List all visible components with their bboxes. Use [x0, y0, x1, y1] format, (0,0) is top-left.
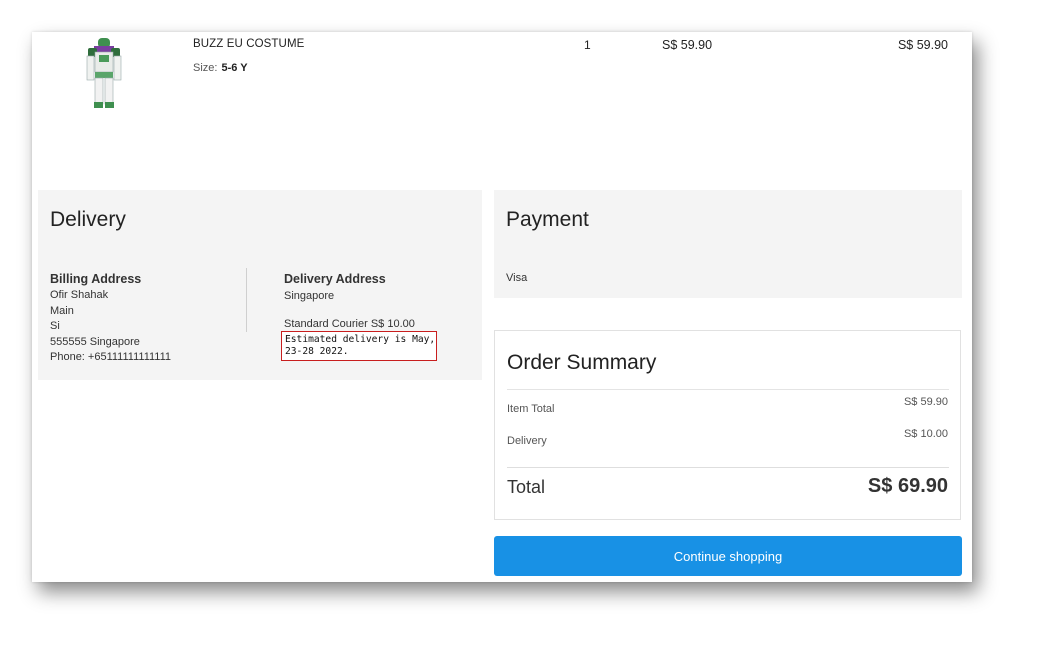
delivery-cost-value: S$ 10.00	[903, 428, 948, 440]
payment-panel: Payment Visa	[494, 190, 962, 298]
delivery-address-title: Delivery Address	[284, 272, 386, 286]
product-name[interactable]: BUZZ EU COSTUME	[193, 38, 304, 50]
payment-method: Visa	[506, 272, 528, 284]
billing-street: Main	[50, 304, 74, 317]
summary-divider	[507, 389, 949, 390]
billing-address-title: Billing Address	[50, 272, 142, 286]
costume-image-icon	[86, 38, 122, 108]
item-total-value: S$ 59.90	[903, 396, 948, 408]
order-confirmation-page: BUZZ EU COSTUME Size: 5-6 Y 1 S$ 59.90 S$…	[32, 32, 972, 582]
order-summary-title: Order Summary	[507, 351, 657, 374]
payment-title: Payment	[506, 208, 589, 231]
shipping-method: Standard Courier S$ 10.00	[284, 318, 415, 330]
product-size: Size: 5-6 Y	[193, 62, 248, 74]
product-line-total: S$ 59.90	[897, 38, 948, 52]
delivery-cost-label: Delivery	[507, 435, 547, 447]
billing-postal: 555555 Singapore	[50, 335, 140, 348]
size-value: 5-6 Y	[221, 62, 248, 74]
summary-total-divider	[507, 467, 949, 468]
product-image[interactable]	[82, 36, 126, 110]
item-total-label: Item Total	[507, 403, 555, 415]
total-label: Total	[507, 477, 546, 497]
size-label: Size:	[193, 62, 218, 74]
billing-line-3: Si	[50, 320, 60, 332]
billing-address: Ofir Shahak Main Si 555555 Singapore Pho…	[50, 288, 171, 366]
address-divider	[246, 268, 247, 332]
billing-phone: Phone: +65111111111111	[50, 351, 172, 363]
continue-shopping-button[interactable]: Continue shopping	[494, 536, 962, 576]
delivery-panel: Delivery Billing Address Ofir Shahak Mai…	[38, 190, 482, 380]
billing-name: Ofir Shahak	[50, 289, 109, 301]
estimated-delivery-highlight: Estimated delivery is May, 23-28 2022.	[281, 331, 437, 361]
product-unit-price: S$ 59.90	[662, 38, 713, 52]
delivery-title: Delivery	[50, 208, 126, 231]
order-summary: Order Summary Item Total S$ 59.90 Delive…	[494, 330, 961, 520]
delivery-country: Singapore	[284, 290, 335, 302]
total-value: S$ 69.90	[867, 475, 948, 497]
product-quantity: 1	[584, 38, 591, 52]
